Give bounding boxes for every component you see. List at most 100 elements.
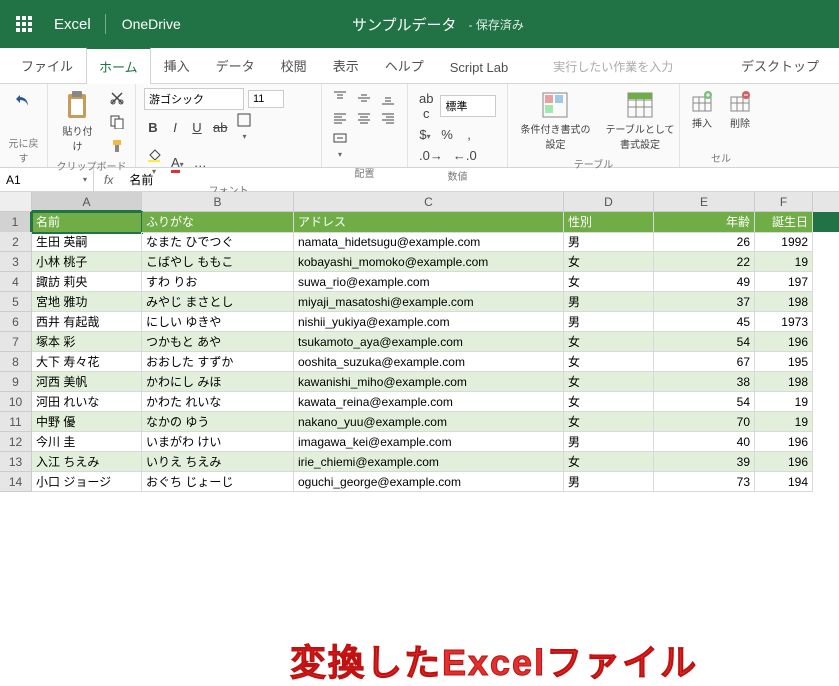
cell[interactable]: oguchi_george@example.com <box>294 472 564 492</box>
cell[interactable]: 70 <box>654 412 755 432</box>
cell[interactable]: 河田 れいな <box>32 392 142 412</box>
row-header[interactable]: 14 <box>0 472 32 492</box>
row-header[interactable]: 2 <box>0 232 32 252</box>
cell[interactable]: kawata_reina@example.com <box>294 392 564 412</box>
dec-decimal-button[interactable]: ←.0 <box>450 145 480 166</box>
cell[interactable]: いりえ ちえみ <box>142 452 294 472</box>
cell[interactable]: かわにし みほ <box>142 372 294 392</box>
cell[interactable]: 小林 桃子 <box>32 252 142 272</box>
cell[interactable]: 26 <box>654 232 755 252</box>
cell[interactable]: 45 <box>654 312 755 332</box>
conditional-format-button[interactable]: 条件付き書式の設定 <box>516 88 595 154</box>
cell[interactable]: 39 <box>654 452 755 472</box>
delete-cells-button[interactable]: 削除 <box>726 88 754 133</box>
cell[interactable]: 今川 圭 <box>32 432 142 452</box>
cell[interactable]: kawanishi_miho@example.com <box>294 372 564 392</box>
tab-insert[interactable]: 挿入 <box>151 47 203 83</box>
document-title[interactable]: サンプルデータ - 保存済み <box>352 14 524 35</box>
comma-button[interactable]: , <box>460 124 478 145</box>
cell[interactable]: 男 <box>564 432 654 452</box>
cell[interactable]: なまた ひでつぐ <box>142 232 294 252</box>
header-cell[interactable]: ふりがな <box>142 212 294 233</box>
currency-button[interactable]: $▾ <box>416 124 434 145</box>
cell[interactable]: なかの ゆう <box>142 412 294 432</box>
cell[interactable]: 19 <box>755 252 813 272</box>
cell[interactable]: 196 <box>755 452 813 472</box>
tab-home[interactable]: ホーム <box>86 47 151 84</box>
row-header[interactable]: 9 <box>0 372 32 392</box>
header-cell[interactable]: 年齢 <box>654 212 755 233</box>
select-all-corner[interactable] <box>0 192 32 212</box>
cell[interactable]: 西井 有起哉 <box>32 312 142 332</box>
row-header[interactable]: 8 <box>0 352 32 372</box>
row-header[interactable]: 5 <box>0 292 32 312</box>
cell[interactable]: 197 <box>755 272 813 292</box>
tab-desktop[interactable]: デスクトップ <box>729 48 831 83</box>
header-cell[interactable]: 性別 <box>564 212 654 233</box>
tab-help[interactable]: ヘルプ <box>372 47 437 83</box>
cell[interactable]: 40 <box>654 432 755 452</box>
cell[interactable]: 67 <box>654 352 755 372</box>
cell[interactable]: 19 <box>755 392 813 412</box>
row-header[interactable]: 6 <box>0 312 32 332</box>
cell[interactable]: 198 <box>755 372 813 392</box>
row-header[interactable]: 4 <box>0 272 32 292</box>
col-header-c[interactable]: C <box>294 192 564 212</box>
cell[interactable]: 女 <box>564 452 654 472</box>
cell[interactable]: 195 <box>755 352 813 372</box>
row-header[interactable]: 11 <box>0 412 32 432</box>
paste-button[interactable]: 貼り付け <box>56 88 99 156</box>
cell[interactable]: 54 <box>654 332 755 352</box>
cell[interactable]: こばやし ももこ <box>142 252 294 272</box>
cell[interactable]: 196 <box>755 332 813 352</box>
cell[interactable]: 196 <box>755 432 813 452</box>
insert-cells-button[interactable]: 挿入 <box>688 88 716 133</box>
cell[interactable]: imagawa_kei@example.com <box>294 432 564 452</box>
cell[interactable]: みやじ まさとし <box>142 292 294 312</box>
cell[interactable]: すわ りお <box>142 272 294 292</box>
cell[interactable]: 女 <box>564 372 654 392</box>
tab-review[interactable]: 校閲 <box>268 47 320 83</box>
col-header-e[interactable]: E <box>654 192 755 212</box>
cell[interactable]: おぐち じょーじ <box>142 472 294 492</box>
cell[interactable]: 塚本 彩 <box>32 332 142 352</box>
cell[interactable]: 1973 <box>755 312 813 332</box>
cell[interactable]: kobayashi_momoko@example.com <box>294 252 564 272</box>
row-header[interactable]: 13 <box>0 452 32 472</box>
cell[interactable]: 49 <box>654 272 755 292</box>
align-center-button[interactable] <box>354 108 374 128</box>
cell[interactable]: 小口 ジョージ <box>32 472 142 492</box>
cell[interactable]: 諏訪 莉央 <box>32 272 142 292</box>
format-painter-button[interactable] <box>107 136 127 156</box>
align-left-button[interactable] <box>330 108 350 128</box>
copy-button[interactable] <box>107 112 127 132</box>
fx-icon[interactable]: fx <box>94 173 123 187</box>
cell[interactable]: 入江 ちえみ <box>32 452 142 472</box>
tab-data[interactable]: データ <box>203 47 268 83</box>
cell[interactable]: 女 <box>564 392 654 412</box>
strike-button[interactable]: ab <box>210 117 230 138</box>
row-header[interactable]: 1 <box>0 212 32 233</box>
row-header[interactable]: 12 <box>0 432 32 452</box>
col-header-b[interactable]: B <box>142 192 294 212</box>
row-header[interactable]: 7 <box>0 332 32 352</box>
italic-button[interactable]: I <box>166 117 184 138</box>
cell[interactable]: 1992 <box>755 232 813 252</box>
tab-view[interactable]: 表示 <box>320 47 372 83</box>
cell[interactable]: suwa_rio@example.com <box>294 272 564 292</box>
col-header-a[interactable]: A <box>32 192 142 212</box>
cell[interactable]: 女 <box>564 252 654 272</box>
format-as-table-button[interactable]: テーブルとして 書式設定 <box>609 88 671 154</box>
cut-button[interactable] <box>107 88 127 108</box>
font-color-button[interactable]: A▾ <box>168 152 187 173</box>
cell[interactable]: 中野 優 <box>32 412 142 432</box>
cell[interactable]: ooshita_suzuka@example.com <box>294 352 564 372</box>
formula-value[interactable]: 名前 <box>123 171 159 188</box>
tab-scriptlab[interactable]: Script Lab <box>437 51 522 83</box>
wrap-text-button[interactable]: abc <box>416 88 436 124</box>
merge-button[interactable]: ▾ <box>330 128 350 163</box>
header-cell[interactable]: アドレス <box>294 212 564 233</box>
underline-button[interactable]: U <box>188 117 206 138</box>
cell[interactable]: 38 <box>654 372 755 392</box>
number-format-select[interactable]: 標準 <box>440 95 496 117</box>
